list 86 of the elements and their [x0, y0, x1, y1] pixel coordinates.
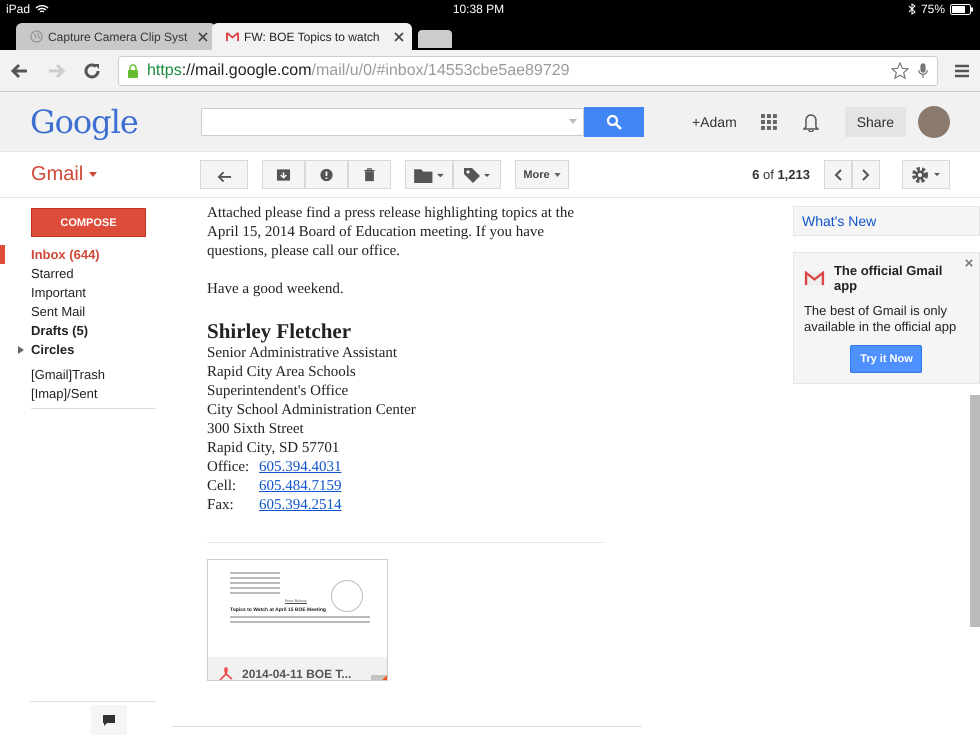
folder-link[interactable]: Inbox (644): [0, 245, 170, 264]
tag-icon: [462, 166, 492, 182]
phone-link[interactable]: 605.394.2514: [259, 496, 342, 515]
browser-tab[interactable]: Capture Camera Clip Syst: [16, 23, 216, 50]
signature-line: City School Administration Center: [207, 401, 417, 420]
trash-icon: [362, 168, 377, 182]
apps-grid-icon[interactable]: [760, 114, 777, 130]
close-icon[interactable]: [198, 32, 208, 42]
expand-arrow-icon[interactable]: [18, 346, 24, 354]
clock-time: 10:38 PM: [452, 2, 504, 16]
search-icon: [606, 114, 622, 130]
search-field[interactable]: [200, 108, 584, 136]
folder-link[interactable]: [Imap]/Sent: [0, 384, 170, 403]
folder-link[interactable]: Drafts (5): [0, 321, 170, 340]
message-paragraph: Have a good weekend.: [207, 280, 345, 299]
spam-icon: [319, 168, 334, 182]
carrier-label: iPad: [6, 2, 30, 16]
contact-label: Cell:: [207, 477, 238, 496]
envelope-icon: [804, 270, 825, 286]
browser-tab[interactable]: FW: BOE Topics to watch: [212, 23, 412, 50]
close-icon[interactable]: [965, 259, 973, 267]
reload-icon[interactable]: [82, 60, 102, 80]
globe-icon: [30, 30, 43, 43]
folder-link[interactable]: [Gmail]Trash: [0, 365, 170, 384]
delete-button[interactable]: [348, 160, 391, 189]
gear-icon: [911, 166, 941, 184]
share-button[interactable]: Share: [844, 106, 906, 136]
pdf-icon: [218, 666, 234, 680]
next-button[interactable]: [852, 160, 880, 189]
caret-icon: [89, 172, 98, 177]
compose-button[interactable]: COMPOSE: [31, 208, 146, 237]
attachment-name: 2014-04-11 BOE T...: [242, 667, 352, 680]
signature-line: Rapid City Area Schools: [207, 363, 357, 382]
back-button[interactable]: [200, 160, 248, 189]
menu-icon[interactable]: [954, 64, 970, 78]
more-button[interactable]: More: [515, 160, 569, 189]
signature-line: 300 Sixth Street: [207, 420, 305, 439]
folder-link[interactable]: Starred: [0, 264, 170, 283]
contact-label: Office:: [207, 458, 250, 477]
phone-link[interactable]: 605.394.4031: [259, 458, 342, 477]
scrollbar-thumb[interactable]: [970, 395, 980, 627]
settings-button[interactable]: [902, 160, 950, 189]
move-button[interactable]: [405, 160, 453, 189]
text-lines-drawing: [230, 572, 280, 594]
archive-button[interactable]: [262, 160, 305, 189]
signature-line: Senior Administrative Assistant: [207, 344, 398, 363]
address-bar[interactable]: https://mail.google.com/mail/u/0/#inbox/14553cbe5ae89729: [118, 56, 938, 86]
user-link[interactable]: +Adam: [692, 114, 737, 130]
bell-icon[interactable]: [802, 112, 819, 132]
bluetooth-icon: [908, 3, 916, 15]
search-button[interactable]: [584, 106, 644, 136]
label-button[interactable]: [453, 160, 501, 189]
folder-link[interactable]: Circles: [0, 340, 170, 359]
caret-icon: [569, 119, 578, 124]
chat-button[interactable]: [91, 705, 127, 735]
phone-link[interactable]: 605.484.7159: [259, 477, 342, 496]
chevron-left-icon: [834, 168, 842, 180]
folder-icon: [414, 166, 444, 182]
spam-button[interactable]: [305, 160, 348, 189]
signature-line: Rapid City, SD 57701: [207, 439, 340, 458]
battery-icon: [950, 4, 974, 14]
folder-link[interactable]: Important: [0, 283, 170, 302]
close-icon[interactable]: [394, 32, 404, 42]
pager-count: 6 of 1,213: [752, 167, 810, 182]
caret-icon: [554, 172, 561, 176]
signature-line: Superintendent's Office: [207, 382, 350, 401]
microphone-icon[interactable]: [917, 62, 929, 80]
lock-icon: [127, 64, 139, 78]
envelope-icon: [226, 30, 239, 43]
star-icon[interactable]: [891, 62, 909, 80]
gmail-menu[interactable]: Gmail: [31, 163, 84, 186]
archive-icon: [276, 168, 291, 182]
avatar[interactable]: [918, 106, 950, 138]
battery-percent: 75%: [920, 2, 945, 16]
folder-link[interactable]: Sent Mail: [0, 302, 170, 321]
wifi-icon: [35, 4, 50, 14]
promo-title: The official Gmail app: [834, 263, 944, 293]
promo-text: The best of Gmail is only available in the official app: [804, 303, 958, 335]
chevron-right-icon: [862, 168, 870, 180]
chat-icon: [102, 714, 116, 726]
signature-name: Shirley Fletcher: [207, 318, 352, 344]
message-paragraph: Attached please find a press release highlighting topics at the April 15, 2014 Board of Education meeting. If you have questions, please call our office.: [207, 204, 575, 261]
google-logo[interactable]: Google: [30, 102, 201, 140]
previous-button[interactable]: [824, 160, 852, 189]
circle-logo-icon: [331, 580, 364, 612]
contact-label: Fax:: [207, 496, 235, 515]
